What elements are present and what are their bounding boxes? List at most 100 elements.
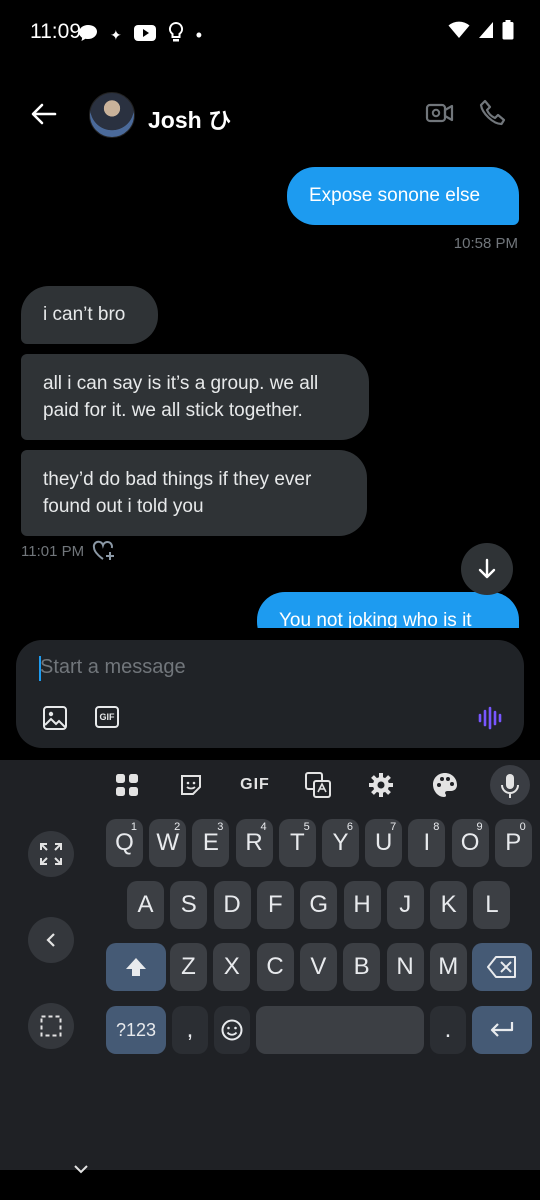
key-label: O xyxy=(460,829,480,856)
message-text: all i can say is it’s a group. we all xyxy=(43,373,319,394)
key-s[interactable]: S xyxy=(170,881,208,929)
dot-icon: • xyxy=(195,25,203,45)
select-text-button[interactable] xyxy=(28,1003,74,1049)
back-button[interactable] xyxy=(28,98,60,130)
key-r[interactable]: R4 xyxy=(235,819,273,867)
expand-icon xyxy=(40,843,62,865)
backspace-key[interactable] xyxy=(472,943,532,991)
key-label: D xyxy=(223,891,241,918)
shift-key[interactable] xyxy=(106,943,166,991)
key-k[interactable]: K xyxy=(430,881,468,929)
message-text: they’d do bad things if they ever xyxy=(43,469,312,490)
collapse-side-button[interactable] xyxy=(28,917,74,963)
key-label: B xyxy=(353,953,370,980)
key-w[interactable]: W2 xyxy=(149,819,187,867)
key-p[interactable]: P0 xyxy=(494,819,532,867)
apps-grid-button[interactable] xyxy=(112,770,142,800)
message-bubble-incoming[interactable]: all i can say is it’s a group. we all pa… xyxy=(21,354,369,440)
key-m[interactable]: M xyxy=(429,943,467,991)
key-x[interactable]: X xyxy=(213,943,251,991)
youtube-icon xyxy=(133,25,156,46)
key-b[interactable]: B xyxy=(343,943,381,991)
translate-button[interactable] xyxy=(303,770,333,800)
shift-arrow-icon xyxy=(126,958,146,976)
arrow-left-icon xyxy=(31,103,57,125)
settings-button[interactable] xyxy=(366,770,396,800)
key-i[interactable]: I8 xyxy=(408,819,446,867)
key-a[interactable]: A xyxy=(127,881,164,929)
key-q[interactable]: Q1 xyxy=(106,819,143,867)
chevron-left-icon xyxy=(46,933,55,947)
dot-icon: ✦ xyxy=(110,27,122,43)
period-key[interactable]: . xyxy=(430,1006,466,1054)
key-h[interactable]: H xyxy=(343,881,381,929)
key-label: N xyxy=(396,953,414,980)
key-z[interactable]: Z xyxy=(170,943,207,991)
gear-icon xyxy=(369,773,393,797)
key-n[interactable]: N xyxy=(386,943,424,991)
contact-name[interactable]: Josh ひ xyxy=(148,101,231,135)
key-d[interactable]: D xyxy=(213,881,251,929)
floating-keyboard-button[interactable] xyxy=(28,831,74,877)
key-u[interactable]: U7 xyxy=(365,819,403,867)
key-label: W xyxy=(156,829,180,856)
message-bubble-incoming[interactable]: they’d do bad things if they ever found … xyxy=(21,450,367,536)
lightbulb-icon xyxy=(168,21,184,49)
key-hint-number: 7 xyxy=(390,821,397,833)
message-clip-area: You not joking who is it xyxy=(0,590,540,628)
message-bubble-outgoing[interactable]: You not joking who is it xyxy=(257,592,519,628)
message-text: found out i told you xyxy=(43,496,204,517)
key-label: E xyxy=(202,829,219,856)
theme-button[interactable] xyxy=(430,770,460,800)
message-input[interactable]: Start a message xyxy=(40,656,186,679)
enter-key[interactable] xyxy=(472,1006,532,1054)
translate-icon xyxy=(305,772,331,798)
video-call-button[interactable] xyxy=(425,98,455,128)
dashed-select-icon xyxy=(40,1015,62,1037)
message-text: paid for it. we all stick together. xyxy=(43,400,303,421)
key-f[interactable]: F xyxy=(256,881,294,929)
key-label: A xyxy=(137,891,154,918)
key-o[interactable]: O9 xyxy=(451,819,489,867)
voice-message-button[interactable] xyxy=(477,705,503,736)
key-label: M xyxy=(438,953,459,980)
message-text: i can’t bro xyxy=(43,304,126,325)
key-e[interactable]: E3 xyxy=(192,819,230,867)
phone-call-button[interactable] xyxy=(478,98,508,128)
message-bubble-incoming[interactable]: i can’t bro xyxy=(21,286,158,344)
key-t[interactable]: T5 xyxy=(278,819,316,867)
return-arrow-icon xyxy=(490,1022,514,1037)
key-y[interactable]: Y6 xyxy=(322,819,359,867)
key-c[interactable]: C xyxy=(256,943,294,991)
key-j[interactable]: J xyxy=(386,881,424,929)
microphone-icon xyxy=(499,773,521,804)
key-label: F xyxy=(268,891,283,918)
key-g[interactable]: G xyxy=(300,881,338,929)
avatar[interactable] xyxy=(89,92,135,138)
key-hint-number: 3 xyxy=(217,821,224,833)
signal-icon xyxy=(478,21,494,44)
key-hint-number: 1 xyxy=(130,821,137,833)
message-bubble-outgoing[interactable]: Expose sonone else xyxy=(287,167,519,225)
gif-button[interactable]: GIF xyxy=(95,706,119,728)
emoji-key[interactable] xyxy=(214,1006,250,1054)
message-text: Expose sonone else xyxy=(309,185,481,206)
wifi-icon xyxy=(448,21,470,44)
comma-key[interactable]: , xyxy=(172,1006,208,1054)
react-heart-button[interactable] xyxy=(92,540,116,567)
image-icon xyxy=(43,706,67,730)
gif-keyboard-button[interactable]: GIF xyxy=(238,770,272,800)
key-l[interactable]: L xyxy=(473,881,511,929)
space-key[interactable] xyxy=(256,1006,424,1054)
chevron-down-icon xyxy=(74,1165,88,1174)
backspace-icon xyxy=(487,956,516,978)
image-button[interactable] xyxy=(42,705,68,736)
sticker-icon xyxy=(181,775,201,795)
key-v[interactable]: V xyxy=(299,943,337,991)
symbols-key[interactable]: ?123 xyxy=(106,1006,166,1054)
key-label: T xyxy=(289,829,305,856)
sticker-button[interactable] xyxy=(176,770,206,800)
key-hint-number: 9 xyxy=(476,821,483,833)
key-label: J xyxy=(399,891,412,918)
scroll-to-bottom-button[interactable] xyxy=(461,543,513,595)
